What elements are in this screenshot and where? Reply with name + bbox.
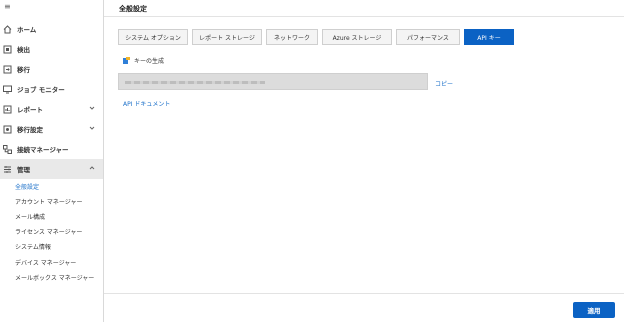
masked-key-value <box>125 81 265 84</box>
tab-bar: システム オプション レポート ストレージ ネットワーク Azure ストレージ… <box>118 29 518 45</box>
sidebar-subitem-license-manager[interactable]: ライセンス マネージャー <box>15 227 82 236</box>
sidebar-item-label: 管理 <box>17 166 30 174</box>
sidebar-subitem-system-info[interactable]: システム情報 <box>15 242 51 251</box>
sidebar-item-admin[interactable]: 管理 <box>0 159 103 179</box>
tab-performance[interactable]: パフォーマンス <box>396 29 460 45</box>
apply-button[interactable]: 適用 <box>573 302 615 318</box>
sidebar-item-label: 検出 <box>17 46 30 54</box>
connection-icon <box>3 144 12 154</box>
sidebar-subitem-account-manager[interactable]: アカウント マネージャー <box>15 197 83 206</box>
sidebar-subitem-mail-config[interactable]: メール構成 <box>15 212 45 221</box>
sidebar-item-discover[interactable]: 検出 <box>0 39 103 59</box>
chevron-down-icon <box>89 105 95 113</box>
top-bar: 全般設定 <box>104 0 624 17</box>
main-content: 全般設定 システム オプション レポート ストレージ ネットワーク Azure … <box>104 0 624 323</box>
api-documentation-link[interactable]: API ドキュメント <box>123 99 170 108</box>
sidebar-subitem-device-manager[interactable]: デバイス マネージャー <box>15 258 76 267</box>
sidebar: ≡ ホーム 検出 移行 ジョブ モニター レポート 移行設定 接続マネージャー … <box>0 0 104 322</box>
sidebar-subitem-general-settings[interactable]: 全般設定 <box>15 182 39 191</box>
migrate-icon <box>3 65 12 74</box>
monitor-icon <box>3 85 12 94</box>
tab-azure-storage[interactable]: Azure ストレージ <box>322 29 392 45</box>
tab-network[interactable]: ネットワーク <box>266 29 318 45</box>
generate-key-label: キーの生成 <box>134 58 165 65</box>
sidebar-item-label: 移行設定 <box>17 126 43 134</box>
sidebar-item-label: レポート <box>17 106 43 114</box>
page-title: 全般設定 <box>119 5 147 13</box>
migration-settings-icon <box>3 125 12 134</box>
sidebar-item-label: ジョブ モニター <box>17 86 65 94</box>
api-key-field[interactable] <box>118 73 428 90</box>
tab-report-storage[interactable]: レポート ストレージ <box>192 29 262 45</box>
sidebar-item-label: 接続マネージャー <box>17 146 69 154</box>
footer-bar: 適用 <box>104 293 624 323</box>
sidebar-item-report[interactable]: レポート <box>0 99 103 119</box>
sidebar-item-connection-manager[interactable]: 接続マネージャー <box>0 139 103 159</box>
copy-link[interactable]: コピー <box>435 79 453 88</box>
home-icon <box>3 24 12 34</box>
admin-icon <box>3 165 12 174</box>
key-generate-icon <box>123 57 130 64</box>
report-icon <box>3 105 12 114</box>
sidebar-subitem-mailbox-manager[interactable]: メールボックス マネージャー <box>15 273 94 282</box>
tab-api-key[interactable]: API キー <box>464 29 514 45</box>
sidebar-item-migrate[interactable]: 移行 <box>0 59 103 79</box>
sidebar-item-job-monitor[interactable]: ジョブ モニター <box>0 79 103 99</box>
discover-icon <box>3 45 12 54</box>
sidebar-item-migration-settings[interactable]: 移行設定 <box>0 119 103 139</box>
hamburger-icon[interactable]: ≡ <box>4 3 11 11</box>
chevron-up-icon <box>89 165 95 173</box>
chevron-down-icon <box>89 125 95 133</box>
sidebar-item-home[interactable]: ホーム <box>0 19 103 39</box>
sidebar-item-label: ホーム <box>17 26 37 34</box>
sidebar-item-label: 移行 <box>17 66 30 74</box>
tab-system-options[interactable]: システム オプション <box>118 29 188 45</box>
generate-key-button[interactable]: キーの生成 <box>123 56 164 65</box>
